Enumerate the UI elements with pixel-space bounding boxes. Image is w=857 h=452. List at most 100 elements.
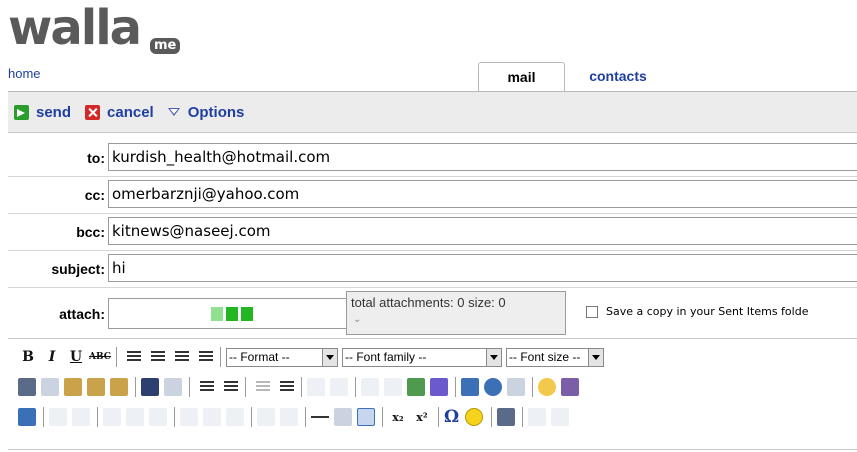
separator xyxy=(438,407,439,427)
separator xyxy=(43,407,44,427)
separator xyxy=(251,407,252,427)
font-size-select-value: -- Font size -- xyxy=(509,350,581,364)
split-cells-icon[interactable] xyxy=(257,408,275,426)
subject-label: subject: xyxy=(51,261,105,277)
attach-label: attach: xyxy=(59,306,105,322)
remove-format-icon[interactable] xyxy=(334,408,352,426)
rtl-icon[interactable] xyxy=(551,408,570,426)
redo-icon[interactable] xyxy=(330,378,348,396)
insert-row-before-icon[interactable] xyxy=(103,408,121,426)
underline-button[interactable]: U xyxy=(66,347,86,367)
link-icon[interactable] xyxy=(361,378,379,396)
copy-icon[interactable] xyxy=(41,378,59,396)
cut-icon[interactable] xyxy=(18,378,36,396)
separator xyxy=(355,377,356,397)
home-link[interactable]: home xyxy=(8,66,41,81)
table-cell-props-icon[interactable] xyxy=(72,408,90,426)
cc-label: cc: xyxy=(84,187,105,203)
align-center-icon[interactable] xyxy=(151,351,165,363)
align-right-icon[interactable] xyxy=(175,351,189,363)
cancel-button[interactable]: cancel xyxy=(85,104,154,121)
editor-toolbar-row-3: x₂ x² Ω xyxy=(18,403,574,431)
chevron-down-icon: ⌄ xyxy=(353,314,362,325)
separator xyxy=(522,407,524,427)
edit-html-icon[interactable] xyxy=(18,408,36,426)
replace-icon[interactable] xyxy=(164,378,182,396)
save-copy-checkbox[interactable] xyxy=(586,305,598,318)
compose-toolbar: send cancel Options xyxy=(8,91,857,133)
separator xyxy=(220,347,221,367)
insert-time-icon[interactable] xyxy=(484,378,502,396)
chevron-down-icon xyxy=(322,348,337,366)
walla-me-logo[interactable]: walla me xyxy=(8,0,238,62)
triangle-down-icon xyxy=(167,108,180,116)
emoticon-icon[interactable] xyxy=(538,378,556,396)
bcc-field[interactable]: kitnews@naseej.com xyxy=(108,217,857,245)
preview-icon[interactable] xyxy=(507,378,525,396)
separator xyxy=(491,407,493,427)
chevron-down-icon xyxy=(486,348,501,366)
cc-field[interactable]: omerbarznji@yahoo.com xyxy=(108,180,857,208)
superscript-icon[interactable]: x² xyxy=(412,407,432,427)
format-select[interactable]: -- Format -- xyxy=(226,347,338,367)
attachments-info[interactable]: total attachments: 0 size: 0 ⌄ xyxy=(346,291,566,335)
paste-word-icon[interactable] xyxy=(110,378,128,396)
separator xyxy=(189,377,190,397)
insert-row-after-icon[interactable] xyxy=(126,408,144,426)
send-label: send xyxy=(36,103,72,121)
horizontal-rule-icon[interactable] xyxy=(311,408,329,426)
insert-col-after-icon[interactable] xyxy=(203,408,221,426)
italic-button[interactable]: I xyxy=(42,347,62,367)
bullet-list-icon[interactable] xyxy=(200,381,214,393)
find-icon[interactable] xyxy=(141,378,159,396)
strikethrough-button[interactable]: ABC xyxy=(89,347,111,367)
print-icon[interactable] xyxy=(497,408,516,426)
save-copy-option[interactable]: Save a copy in your Sent Items folde xyxy=(586,305,808,318)
ltr-icon[interactable] xyxy=(528,408,547,426)
subject-field[interactable]: hi xyxy=(108,254,857,282)
divider xyxy=(8,449,857,450)
merge-cells-icon[interactable] xyxy=(280,408,298,426)
options-button[interactable]: Options xyxy=(167,103,245,121)
bcc-label: bcc: xyxy=(76,224,105,240)
table-row-props-icon[interactable] xyxy=(49,408,67,426)
font-size-select[interactable]: -- Font size -- xyxy=(506,347,604,367)
insert-col-before-icon[interactable] xyxy=(180,408,198,426)
separator xyxy=(116,347,117,367)
indent-icon[interactable] xyxy=(280,381,294,393)
subscript-icon[interactable]: x₂ xyxy=(388,407,408,427)
undo-icon[interactable] xyxy=(307,378,325,396)
table-icon[interactable] xyxy=(357,408,375,426)
separator xyxy=(245,377,246,397)
outdent-icon[interactable] xyxy=(256,381,270,393)
numbered-list-icon[interactable] xyxy=(224,381,238,393)
attach-file-input[interactable] xyxy=(108,298,348,329)
editor-toolbar-row-1: B I U ABC -- Format -- -- Font family --… xyxy=(18,343,608,371)
delete-col-icon[interactable] xyxy=(226,408,244,426)
options-label: Options xyxy=(187,103,245,121)
unlink-icon[interactable] xyxy=(384,378,402,396)
insert-date-icon[interactable] xyxy=(461,378,479,396)
delete-row-icon[interactable] xyxy=(149,408,167,426)
separator xyxy=(382,407,383,427)
logo-wordmark: walla xyxy=(8,0,142,56)
save-copy-label: Save a copy in your Sent Items folde xyxy=(606,305,809,318)
paste-icon[interactable] xyxy=(64,378,82,396)
special-char-icon[interactable]: Ω xyxy=(444,407,459,427)
send-button[interactable]: send xyxy=(14,104,71,121)
tab-mail[interactable]: mail xyxy=(478,62,565,92)
smiley-icon[interactable] xyxy=(465,408,484,426)
separator xyxy=(532,377,533,397)
to-field[interactable]: kurdish_health@hotmail.com xyxy=(108,143,857,171)
tab-contacts[interactable]: contacts xyxy=(578,62,658,92)
paste-text-icon[interactable] xyxy=(87,378,105,396)
bcc-row: bcc: kitnews@naseej.com xyxy=(8,213,857,251)
cancel-label: cancel xyxy=(107,103,154,121)
spellcheck-icon[interactable] xyxy=(561,378,579,396)
image-icon[interactable] xyxy=(407,378,425,396)
bold-button[interactable]: B xyxy=(18,347,38,367)
align-left-icon[interactable] xyxy=(127,351,141,363)
cleanup-icon[interactable] xyxy=(430,378,448,396)
align-justify-icon[interactable] xyxy=(199,351,213,363)
font-family-select[interactable]: -- Font family -- xyxy=(342,347,502,367)
